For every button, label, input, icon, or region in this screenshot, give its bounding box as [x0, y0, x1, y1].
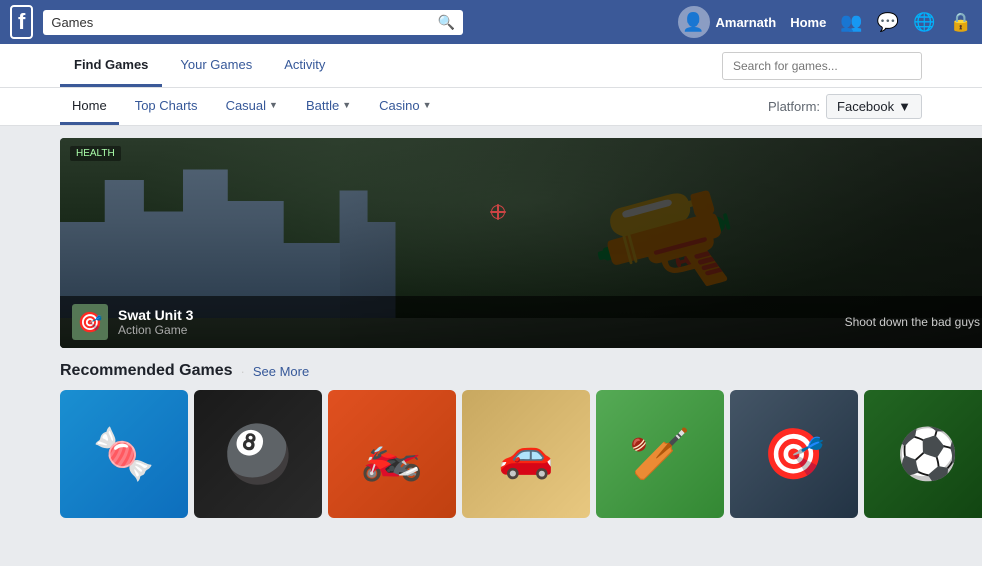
rec-game-candy-crush[interactable] [60, 390, 188, 518]
tab-find-games[interactable]: Find Games [60, 44, 162, 87]
facebook-logo[interactable]: f [10, 5, 33, 39]
rec-game-road-rush[interactable] [462, 390, 590, 518]
top-navigation: f 🔍 👤 Amarnath Home 👥 💬 🌐 🔒 [0, 0, 982, 44]
friends-icon[interactable]: 👥 [840, 12, 862, 33]
battle-arrow-icon: ▼ [342, 100, 351, 110]
nav-right-area: 👤 Amarnath Home 👥 💬 🌐 🔒 [678, 6, 973, 38]
hero-game-title: Swat Unit 3 [118, 307, 193, 323]
nav-username: Amarnath [716, 15, 777, 30]
rec-game-cricket[interactable] [596, 390, 724, 518]
platform-selector: Platform: Facebook ▼ [768, 94, 922, 119]
rec-game-sniper[interactable] [730, 390, 858, 518]
hero-game-info: Swat Unit 3 Action Game [118, 307, 193, 337]
nav-user-profile[interactable]: 👤 Amarnath [678, 6, 777, 38]
tab-activity[interactable]: Activity [270, 44, 339, 87]
nav-item-top-charts[interactable]: Top Charts [123, 88, 210, 125]
casino-arrow-icon: ▼ [423, 100, 432, 110]
home-link[interactable]: Home [790, 15, 826, 30]
games-search-input[interactable] [722, 52, 922, 80]
global-search-input[interactable] [51, 15, 432, 30]
hero-banner[interactable]: 🔫 HEALTH 🎯 Swat Unit 3 Action Game Shoot… [60, 138, 982, 348]
rec-game-8ball-pool[interactable] [194, 390, 322, 518]
recommended-see-more[interactable]: See More [253, 364, 309, 379]
crosshair-circle [491, 205, 505, 219]
rec-game-extra[interactable] [864, 390, 982, 518]
nav-item-home[interactable]: Home [60, 88, 119, 125]
tab-your-games[interactable]: Your Games [166, 44, 266, 87]
hero-section: 🔫 HEALTH 🎯 Swat Unit 3 Action Game Shoot… [60, 138, 982, 518]
health-indicator: HEALTH [70, 146, 121, 161]
platform-label: Platform: [768, 99, 820, 114]
search-icon[interactable]: 🔍 [438, 14, 455, 31]
avatar[interactable]: 👤 [678, 6, 710, 38]
global-search-bar[interactable]: 🔍 [43, 10, 463, 35]
rec-separator: · [241, 364, 245, 379]
secondary-navigation: Home Top Charts Casual ▼ Battle ▼ Casino… [0, 88, 982, 126]
hero-game-description: Shoot down the bad guys [845, 315, 980, 329]
rec-game-moto-racing[interactable] [328, 390, 456, 518]
hero-info-bar: 🎯 Swat Unit 3 Action Game Shoot down the… [60, 296, 982, 348]
lock-icon[interactable]: 🔒 [950, 12, 972, 33]
nav-item-casino[interactable]: Casino ▼ [367, 88, 443, 125]
recommended-header: Recommended Games · See More [60, 362, 982, 380]
nav-item-battle[interactable]: Battle ▼ [294, 88, 363, 125]
main-content-area: 🔫 HEALTH 🎯 Swat Unit 3 Action Game Shoot… [0, 126, 982, 530]
recommended-section: Recommended Games · See More [60, 362, 982, 518]
casual-arrow-icon: ▼ [269, 100, 278, 110]
globe-icon[interactable]: 🌐 [913, 12, 935, 33]
hero-game-thumbnail: 🎯 [72, 304, 108, 340]
platform-dropdown-button[interactable]: Facebook ▼ [826, 94, 922, 119]
hero-game-subtitle: Action Game [118, 323, 193, 337]
recommended-games-list [60, 390, 982, 518]
messages-icon[interactable]: 💬 [877, 12, 899, 33]
nav-item-casual[interactable]: Casual ▼ [214, 88, 290, 125]
crosshair [488, 202, 508, 222]
platform-chevron-icon: ▼ [898, 99, 911, 114]
sub-navigation: Find Games Your Games Activity [0, 44, 982, 88]
recommended-title: Recommended Games [60, 362, 233, 380]
